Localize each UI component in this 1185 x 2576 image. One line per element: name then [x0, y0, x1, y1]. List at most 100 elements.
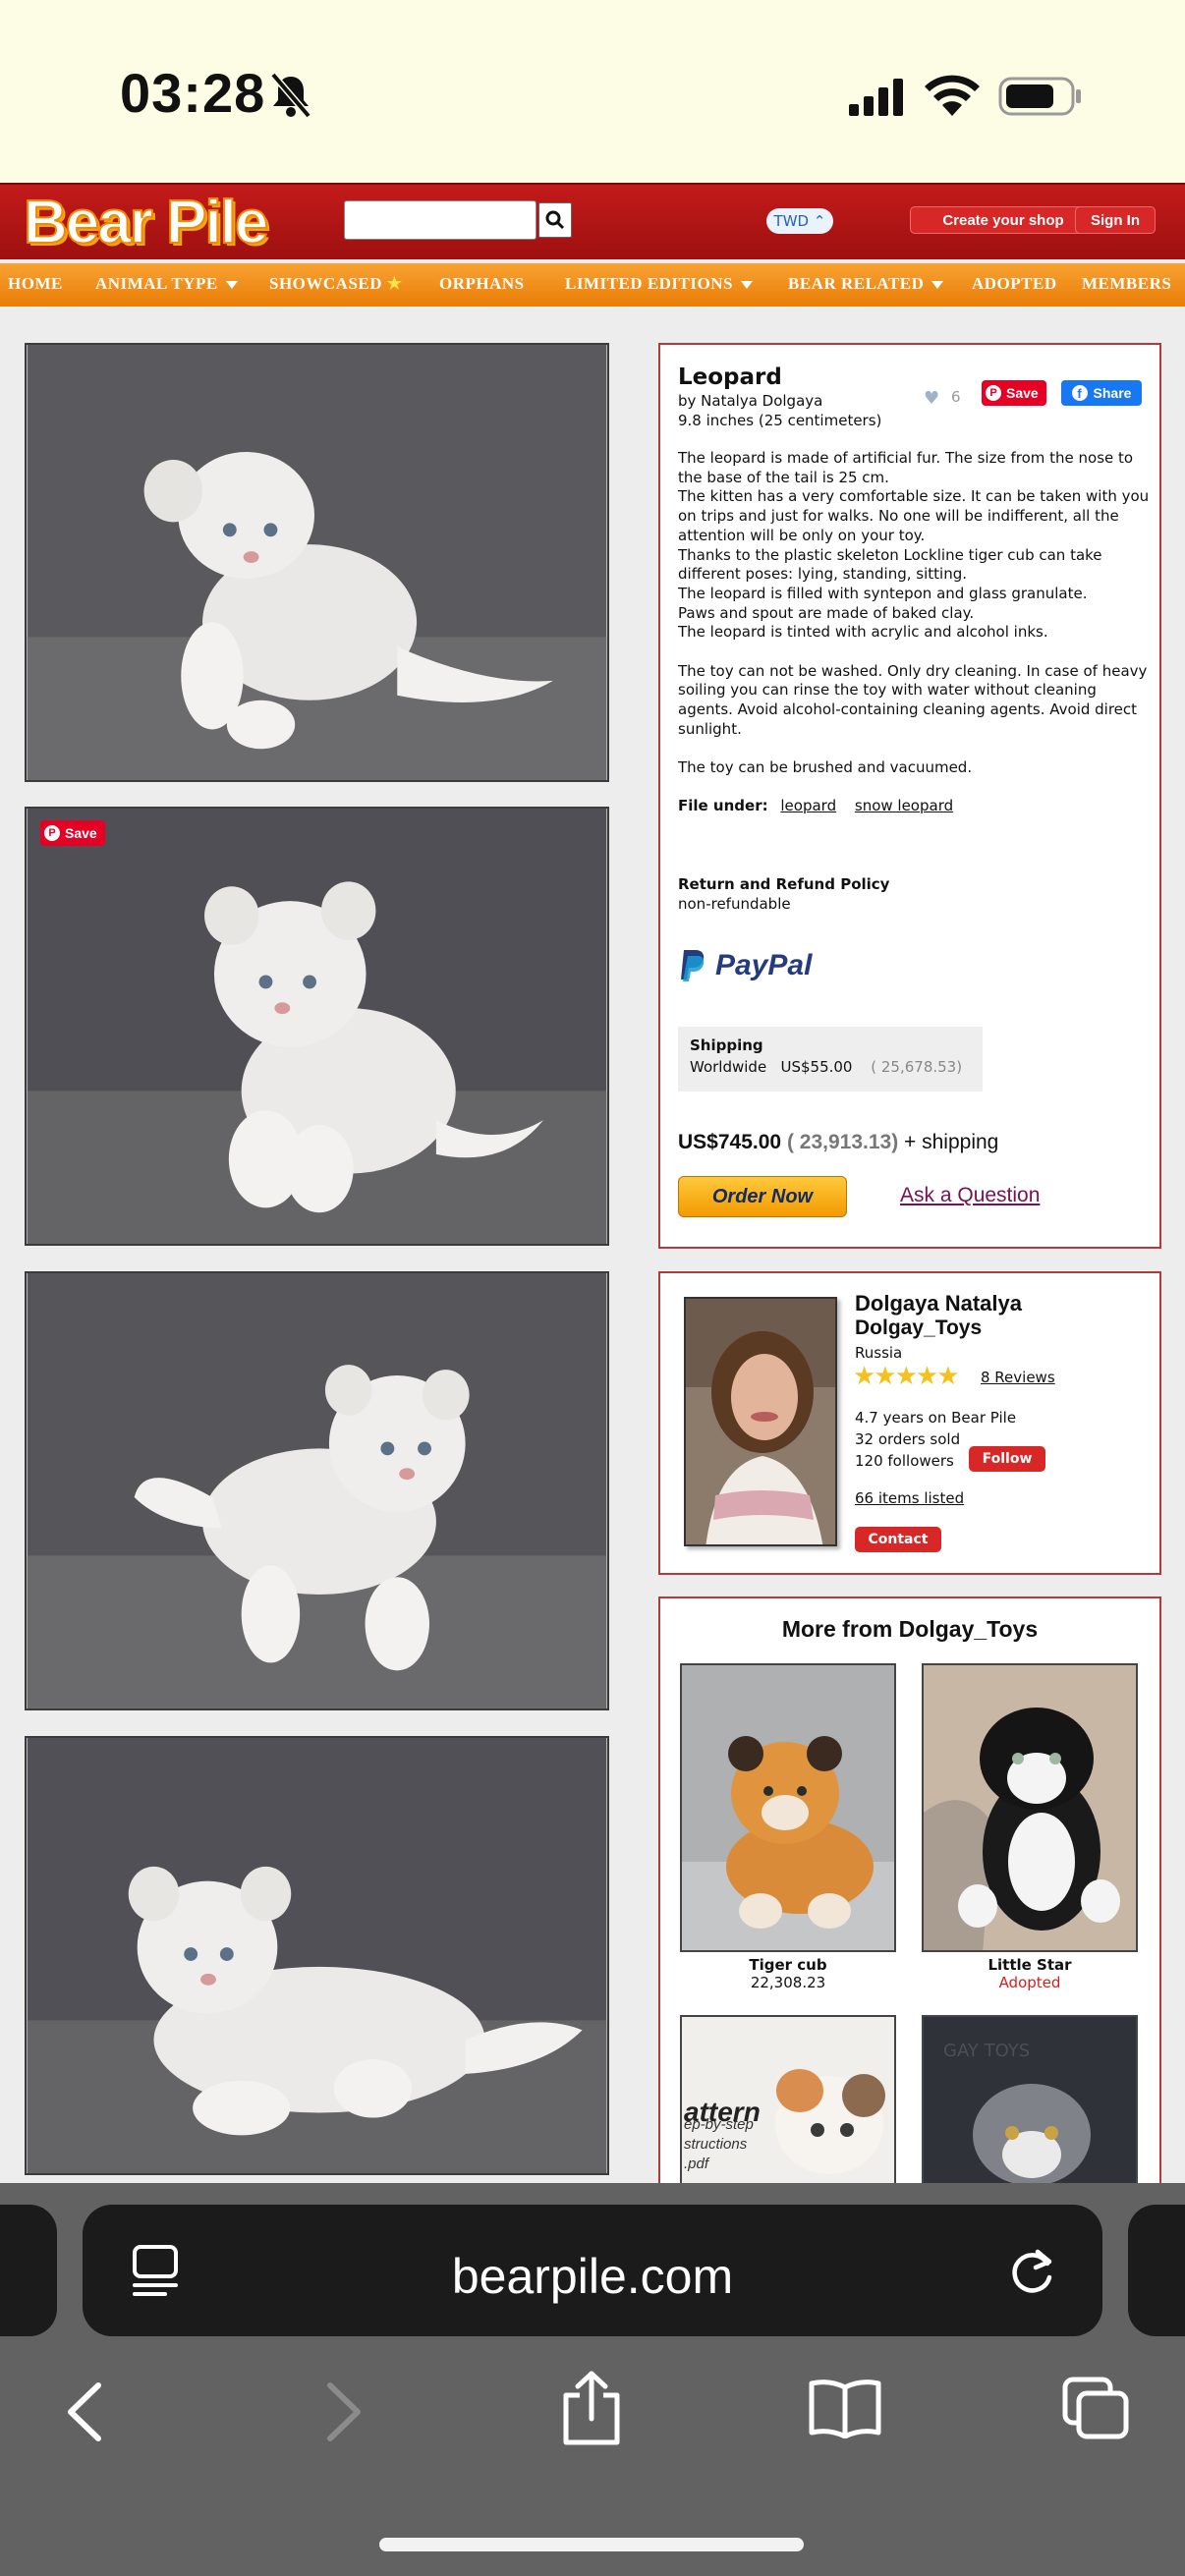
ask-question-link[interactable]: Ask a Question [900, 1184, 1040, 1207]
nav-animal-type[interactable]: ANIMAL TYPE [95, 274, 238, 294]
address-bar[interactable]: bearpile.com [83, 2205, 1102, 2336]
home-indicator[interactable] [379, 2538, 804, 2551]
create-shop-button[interactable]: Create your shop [910, 206, 1097, 234]
nav-members[interactable]: MEMBERS [1082, 274, 1171, 294]
seller-name: Dolgaya Natalya [855, 1291, 1022, 1316]
like-count: 6 [951, 388, 961, 406]
items-listed-link[interactable]: 66 items listed [855, 1489, 964, 1507]
refund-policy-heading: Return and Refund Policy [678, 875, 890, 893]
pinterest-icon: P [44, 825, 60, 841]
paypal-label: PayPal [715, 949, 813, 981]
bell-muted-icon [270, 72, 311, 119]
shipping-box: Shipping Worldwide US$55.00 ( 25,678.53) [678, 1027, 983, 1092]
item-thumbnail[interactable] [922, 1663, 1138, 1952]
price: US$745.00 [678, 1131, 782, 1153]
currency-selector[interactable]: TWD ⌃ [766, 208, 833, 234]
nav-adopted[interactable]: ADOPTED [972, 274, 1057, 294]
tag-link[interactable]: snow leopard [855, 797, 953, 814]
tag-link[interactable]: leopard [780, 797, 836, 814]
paypal-badge: PayPal [678, 948, 812, 983]
seller-orders: 32 orders sold [855, 1430, 961, 1448]
tiger-cub-image [682, 1665, 894, 1950]
pinterest-save-button[interactable]: P Save [982, 380, 1046, 406]
tabs-icon[interactable] [1061, 2376, 1130, 2440]
price-line: US$745.00 ( 23,913.13) + shipping [678, 1131, 998, 1154]
status-bar: 03:28 [0, 0, 1185, 183]
reviews-link[interactable]: 8 Reviews [981, 1369, 1055, 1386]
item-name[interactable]: Little Star [922, 1956, 1138, 1974]
battery-icon [998, 77, 1081, 116]
item-name[interactable]: Tiger cub [680, 1956, 896, 1974]
seller-avatar[interactable] [684, 1297, 837, 1546]
previous-tab-preview[interactable] [0, 2205, 57, 2336]
artist-byline: by Natalya Dolgaya [678, 392, 823, 410]
signal-icon [849, 79, 903, 116]
search-input[interactable] [344, 200, 536, 240]
star-badge-icon: ★ [386, 274, 403, 293]
refund-policy-value: non-refundable [678, 895, 791, 913]
description-paragraph: The toy can be brushed and vacuumed. [678, 758, 973, 777]
description-paragraph: The leopard is made of artificial fur. T… [678, 449, 1150, 642]
price-converted: ( 23,913.13) [786, 1131, 899, 1153]
share-icon[interactable] [560, 2370, 623, 2446]
chevron-down-icon [740, 281, 753, 290]
description-paragraph: The toy can not be washed. Only dry clea… [678, 661, 1148, 738]
facebook-share-button[interactable]: f Share [1061, 380, 1142, 406]
seller-followers: 120 followers [855, 1452, 954, 1470]
adopted-status: Adopted [998, 1974, 1061, 1991]
shipping-heading: Shipping [690, 1036, 763, 1054]
product-photo[interactable] [25, 1736, 609, 2175]
clock: 03:28 [120, 62, 266, 124]
nav-showcased[interactable]: SHOWCASED ★ [269, 274, 403, 294]
seller-photo [686, 1299, 835, 1544]
pattern-subtext: ep-by-step structions .pdf [684, 2116, 754, 2172]
search-button[interactable] [538, 202, 572, 238]
nav-bear-related[interactable]: BEAR RELATED [788, 274, 944, 294]
snow-leopard-image [27, 809, 607, 1244]
shipping-region: Worldwide [690, 1058, 767, 1076]
seller-panel: Dolgaya Natalya Dolgay_Toys Russia ★★★★★… [658, 1271, 1161, 1575]
site-header: Bear Pile TWD ⌃ Create your shop Sign In [0, 183, 1185, 259]
black-white-kitten-image [924, 1665, 1136, 1950]
snow-leopard-image [27, 345, 607, 780]
rating-stars: ★★★★★ [853, 1362, 960, 1391]
nav-limited-editions[interactable]: LIMITED EDITIONS [565, 274, 753, 294]
facebook-icon: f [1071, 385, 1088, 401]
chevron-down-icon [225, 281, 238, 290]
bear-pile-logo[interactable]: Bear Pile [23, 188, 269, 257]
wifi-icon [925, 75, 980, 116]
item-caption: Little Star Adopted [922, 1956, 1138, 1991]
main-nav: HOME ANIMAL TYPE SHOWCASED ★ ORPHANS LIM… [0, 263, 1185, 307]
chevron-down-icon [931, 281, 944, 290]
product-photo[interactable] [25, 1271, 609, 1710]
seller-country: Russia [855, 1344, 903, 1362]
paypal-icon [681, 950, 705, 981]
product-description: The leopard is made of artificial fur. T… [678, 449, 1152, 798]
heart-icon[interactable]: ♥ [924, 388, 939, 409]
follow-button[interactable]: Follow [969, 1446, 1045, 1472]
product-info-panel: Leopard by Natalya Dolgaya 9.8 inches (2… [658, 343, 1161, 1249]
product-size: 9.8 inches (25 centimeters) [678, 412, 882, 429]
back-icon[interactable] [65, 2381, 104, 2442]
file-under-label: File under: [678, 797, 768, 814]
product-photo[interactable] [25, 343, 609, 782]
nav-orphans[interactable]: ORPHANS [439, 274, 525, 294]
item-caption: Tiger cub 22,308.23 [680, 1956, 896, 1991]
order-now-button[interactable]: Order Now [678, 1176, 847, 1217]
shop-name[interactable]: Dolgay_Toys [855, 1316, 982, 1340]
pinterest-save-button[interactable]: P Save [40, 820, 105, 846]
item-thumbnail[interactable] [680, 1663, 896, 1952]
item-price: 22,308.23 [750, 1974, 826, 1991]
pinterest-icon: P [986, 385, 1001, 401]
forward-icon[interactable] [324, 2381, 364, 2442]
seller-years: 4.7 years on Bear Pile [855, 1409, 1017, 1427]
shipping-price: US$55.00 [780, 1058, 853, 1076]
shipping-converted: ( 25,678.53) [871, 1058, 963, 1076]
nav-home[interactable]: HOME [8, 274, 63, 294]
contact-button[interactable]: Contact [855, 1527, 941, 1552]
product-photo[interactable]: P Save [25, 807, 609, 1246]
next-tab-preview[interactable] [1128, 2205, 1185, 2336]
reload-icon[interactable] [1010, 2244, 1057, 2297]
bookmarks-icon[interactable] [808, 2378, 882, 2438]
sign-in-button[interactable]: Sign In [1075, 206, 1156, 234]
